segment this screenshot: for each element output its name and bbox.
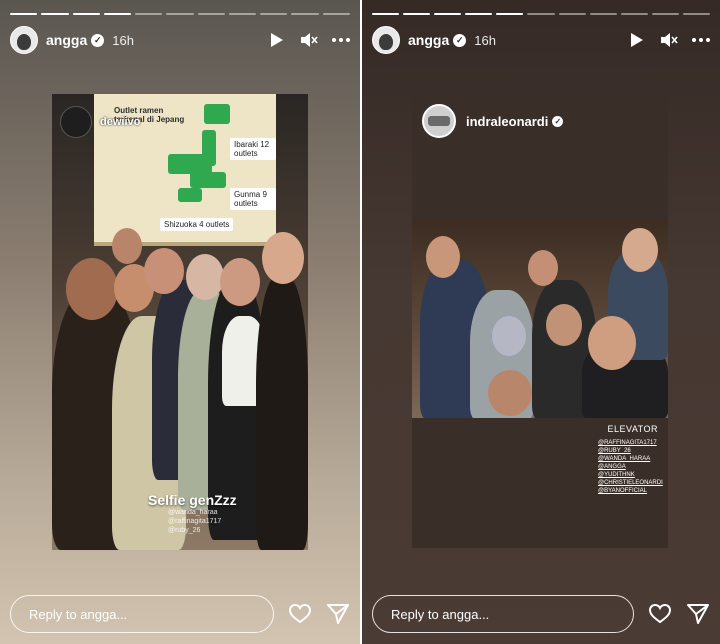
story-controls [628, 31, 710, 49]
mention[interactable]: @BYANOFFICIAL [598, 487, 663, 495]
play-icon[interactable] [628, 31, 646, 49]
mention[interactable]: @RUBY_26 [598, 447, 663, 455]
play-icon[interactable] [268, 31, 286, 49]
tagged-poster[interactable]: dewiivo [60, 106, 140, 138]
username[interactable]: angga [408, 32, 449, 48]
progress-segment [558, 13, 586, 15]
story-caption: ELEVATOR [607, 424, 658, 434]
story-header: angga ✓ 16h [10, 26, 350, 54]
mentions-list: @wanda_haraa @raffinagita1717 @ruby_26 [168, 508, 221, 535]
sign-tag: Ibaraki 12 outlets [230, 138, 276, 160]
mention[interactable]: @wanda_haraa [168, 508, 221, 517]
mention[interactable]: @raffinagita1717 [168, 517, 221, 526]
mention[interactable]: @RAFFINAGITA1717 [598, 439, 663, 447]
reposted-story-card[interactable]: indraleonardi ✓ ELEVATOR @RAFFINAGITA171 [412, 94, 668, 548]
poster-avatar [60, 106, 92, 138]
mention[interactable]: @ANGGA [598, 463, 663, 471]
progress-segment [103, 13, 132, 15]
progress-segment [620, 13, 648, 15]
mentions-list: @RAFFINAGITA1717 @RUBY_26 @WANDA_HARAA @… [598, 439, 663, 495]
progress-segment [72, 13, 100, 15]
heart-icon[interactable] [648, 602, 672, 626]
timestamp: 16h [474, 32, 496, 48]
story-footer: Reply to angga... [372, 594, 710, 634]
elevator-selfie-photo [412, 220, 668, 418]
story-caption: Selfie genZzz [148, 492, 237, 508]
story-header: angga ✓ 16h [372, 26, 710, 54]
progress-segment [135, 13, 163, 15]
stories-viewer: angga ✓ 16h Outlet ramen terkenal di Jep… [0, 0, 720, 644]
reposted-username: indraleonardi [466, 113, 549, 129]
progress-segment [41, 13, 69, 15]
more-icon[interactable] [332, 31, 350, 49]
progress-segment [291, 13, 319, 15]
sign-tag: Gunma 9 outlets [230, 188, 276, 210]
mention[interactable]: @WANDA_HARAA [598, 455, 663, 463]
story-controls [268, 31, 350, 49]
mute-icon[interactable] [660, 31, 678, 49]
verified-badge-icon: ✓ [453, 33, 467, 47]
progress-segment [166, 13, 194, 15]
progress-segment [228, 13, 257, 15]
progress-segment [527, 13, 555, 15]
progress-segment [197, 13, 225, 15]
reply-input[interactable]: Reply to angga... [372, 595, 634, 633]
progress-segment [403, 13, 431, 15]
send-icon[interactable] [686, 602, 710, 626]
more-icon[interactable] [692, 31, 710, 49]
progress-segment [589, 13, 617, 15]
story-panel-2[interactable]: angga ✓ 16h indraleonardi ✓ ELEVATOR @RA… [362, 0, 720, 644]
story-photo[interactable]: Outlet ramen terkenal di Jepang Ibaraki … [52, 94, 308, 550]
username[interactable]: angga [46, 32, 87, 48]
progress-segment [465, 13, 493, 15]
mention[interactable]: @YUDITHNK [598, 471, 663, 479]
poster-username: dewiivo [100, 116, 141, 128]
mention[interactable]: @ruby_26 [168, 526, 221, 535]
progress-segment [496, 13, 524, 15]
verified-badge-icon: ✓ [91, 33, 105, 47]
progress-segment [434, 13, 462, 15]
send-icon[interactable] [326, 602, 350, 626]
progress-segment [682, 13, 711, 15]
progress-segment [372, 13, 400, 15]
progress-segment [10, 13, 38, 15]
progress-bar [10, 13, 350, 15]
reposted-avatar [422, 104, 456, 138]
progress-bar [372, 13, 711, 15]
progress-segment [651, 13, 679, 15]
mute-icon[interactable] [300, 31, 318, 49]
mention[interactable]: @CHRISTIELEONARDI [598, 479, 663, 487]
heart-icon[interactable] [288, 602, 312, 626]
progress-segment [322, 13, 350, 15]
timestamp: 16h [112, 32, 134, 48]
story-footer: Reply to angga... [10, 594, 350, 634]
story-panel-1[interactable]: angga ✓ 16h Outlet ramen terkenal di Jep… [0, 0, 360, 644]
progress-segment [260, 13, 288, 15]
reply-input[interactable]: Reply to angga... [10, 595, 274, 633]
avatar[interactable] [10, 26, 38, 54]
verified-badge-icon: ✓ [552, 115, 564, 127]
avatar[interactable] [372, 26, 400, 54]
reposted-user[interactable]: indraleonardi ✓ [422, 104, 564, 138]
